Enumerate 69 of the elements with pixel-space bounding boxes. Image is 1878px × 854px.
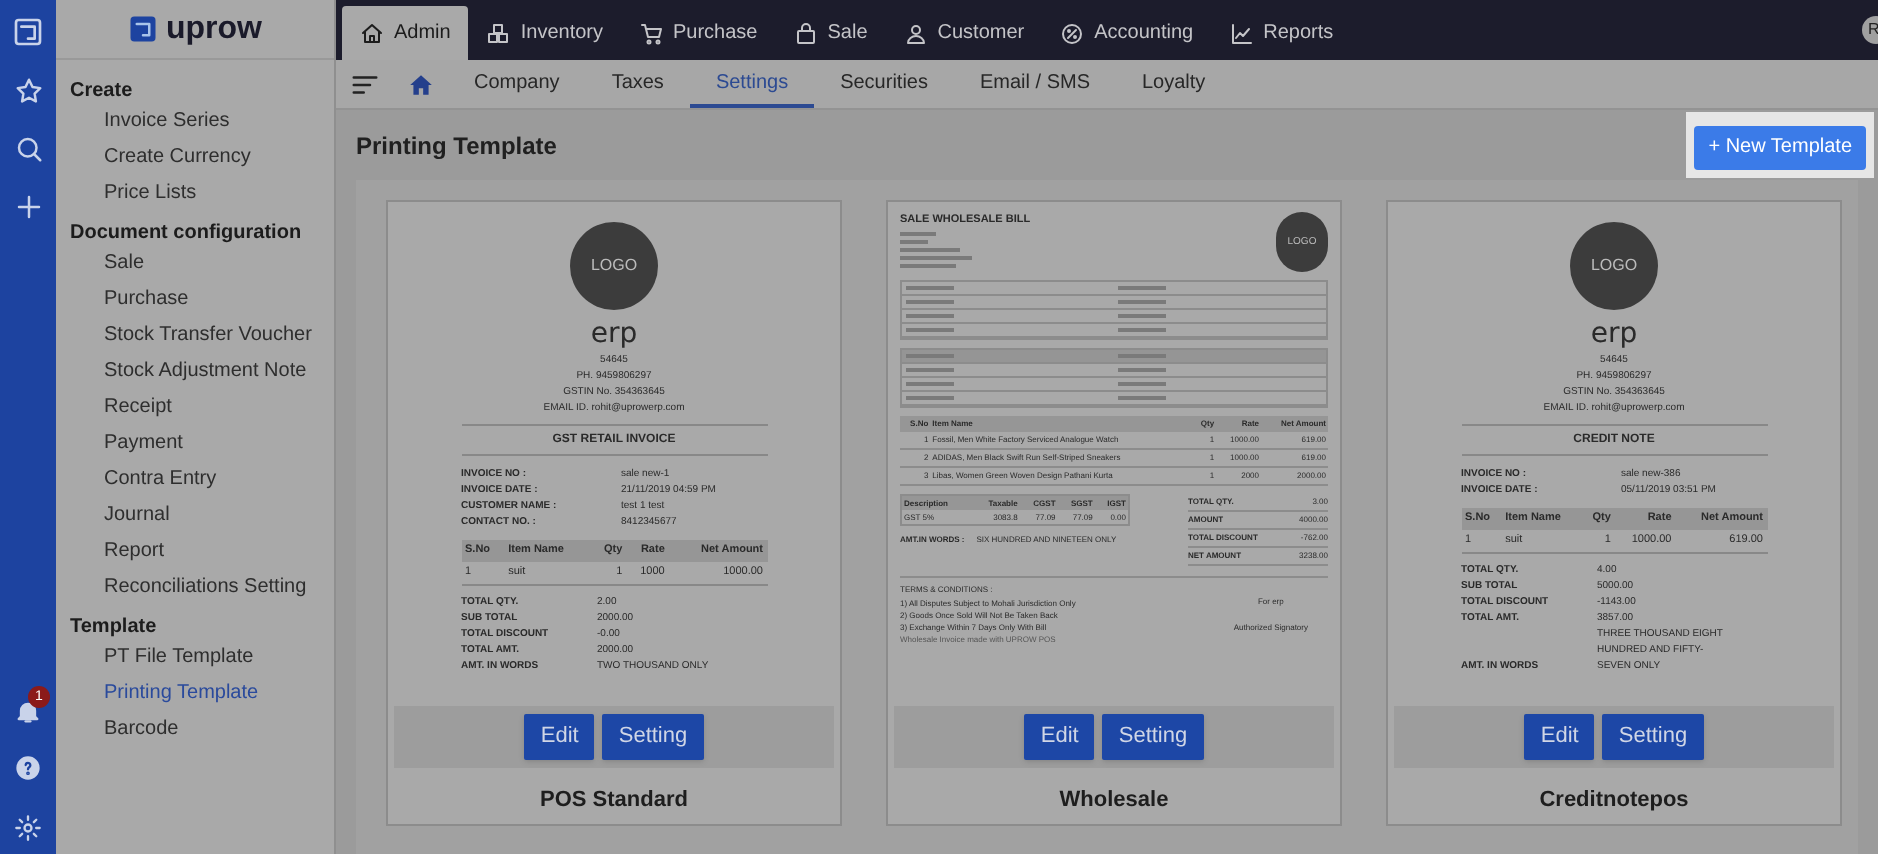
nav-tab[interactable]: Purchase bbox=[621, 6, 776, 60]
app-logo-icon bbox=[12, 16, 44, 48]
search-icon bbox=[13, 134, 43, 164]
sidebar-item[interactable]: Barcode bbox=[56, 712, 334, 748]
company-name: erp bbox=[1590, 316, 1638, 352]
bell-icon bbox=[14, 698, 42, 726]
chart-icon bbox=[1229, 21, 1254, 45]
sidebar-item[interactable]: Contra Entry bbox=[56, 462, 334, 498]
bag-icon bbox=[793, 21, 818, 45]
sidebar-item[interactable]: Sale bbox=[56, 246, 334, 282]
sub-tab[interactable]: Taxes bbox=[585, 60, 690, 108]
home-icon bbox=[408, 71, 434, 97]
page-title: Printing Template bbox=[356, 129, 557, 163]
sidebar-item[interactable]: Receipt bbox=[56, 390, 334, 426]
sub-tab[interactable]: Company bbox=[448, 60, 586, 108]
sidebar-item[interactable]: Stock Transfer Voucher bbox=[56, 318, 334, 354]
edit-button[interactable]: Edit bbox=[1024, 714, 1095, 760]
template-name: Wholesale bbox=[1057, 786, 1171, 816]
sub-tab[interactable]: Settings bbox=[689, 60, 815, 108]
sub-tab[interactable]: Securities bbox=[814, 60, 954, 108]
nav-tab[interactable]: Inventory bbox=[468, 6, 621, 60]
sub-tab[interactable]: Email / SMS bbox=[953, 60, 1116, 108]
text-line bbox=[900, 248, 960, 252]
settings-icon bbox=[14, 814, 42, 842]
sidebar-item[interactable]: Journal bbox=[56, 498, 334, 534]
template-name: Creditnotepos bbox=[1537, 786, 1691, 816]
sidebar-item[interactable]: Stock Adjustment Note bbox=[56, 354, 334, 390]
setting-button[interactable]: Setting bbox=[1102, 714, 1204, 760]
sidebar-item[interactable]: Report bbox=[56, 534, 334, 570]
sidebar-item[interactable]: PT File Template bbox=[56, 640, 334, 676]
sidebar-item[interactable]: Invoice Series bbox=[56, 104, 334, 140]
plus-icon bbox=[13, 192, 43, 222]
nav-tab[interactable]: Admin bbox=[342, 6, 469, 60]
brand-name: uprow bbox=[166, 13, 262, 45]
edit-button[interactable]: Edit bbox=[1524, 714, 1595, 760]
section-title: Create bbox=[68, 78, 135, 104]
boxes-icon bbox=[486, 21, 511, 45]
sidebar-item[interactable]: Price Lists bbox=[56, 176, 334, 212]
logo-badge: LOGO bbox=[570, 222, 658, 310]
text-line bbox=[900, 264, 956, 268]
brand-logo-icon bbox=[128, 14, 158, 44]
home-icon bbox=[360, 21, 384, 45]
nav-tab[interactable]: Accounting bbox=[1042, 6, 1212, 60]
company-name: erp bbox=[590, 316, 638, 352]
percent-icon bbox=[1060, 21, 1085, 45]
star-icon bbox=[13, 76, 43, 106]
sub-tab[interactable]: Loyalty bbox=[1116, 60, 1232, 108]
help-icon bbox=[14, 754, 42, 782]
nav-tab[interactable]: Customer bbox=[885, 6, 1043, 60]
logo-badge: LOGO bbox=[1570, 222, 1658, 310]
new-template-button[interactable]: + New Template bbox=[1694, 125, 1866, 170]
setting-button[interactable]: Setting bbox=[602, 714, 704, 760]
sidebar-item[interactable]: Payment bbox=[56, 426, 334, 462]
section-title: Document configuration bbox=[68, 220, 304, 246]
nav-tab[interactable]: Sale bbox=[775, 6, 886, 60]
person-icon bbox=[903, 21, 928, 45]
sidebar-item[interactable]: Printing Template bbox=[56, 676, 334, 712]
text-line bbox=[900, 240, 928, 244]
text-line bbox=[900, 256, 972, 260]
sidebar-item[interactable]: Purchase bbox=[56, 282, 334, 318]
section-title: Template bbox=[68, 614, 159, 640]
template-name: POS Standard bbox=[538, 786, 690, 816]
edit-button[interactable]: Edit bbox=[524, 714, 595, 760]
setting-button[interactable]: Setting bbox=[1602, 714, 1704, 760]
cart-icon bbox=[639, 21, 663, 45]
sidebar-item[interactable]: Create Currency bbox=[56, 140, 334, 176]
nav-tab[interactable]: Reports bbox=[1211, 6, 1352, 60]
sidebar-item[interactable]: Reconciliations Setting bbox=[56, 570, 334, 606]
text-line bbox=[900, 232, 936, 236]
